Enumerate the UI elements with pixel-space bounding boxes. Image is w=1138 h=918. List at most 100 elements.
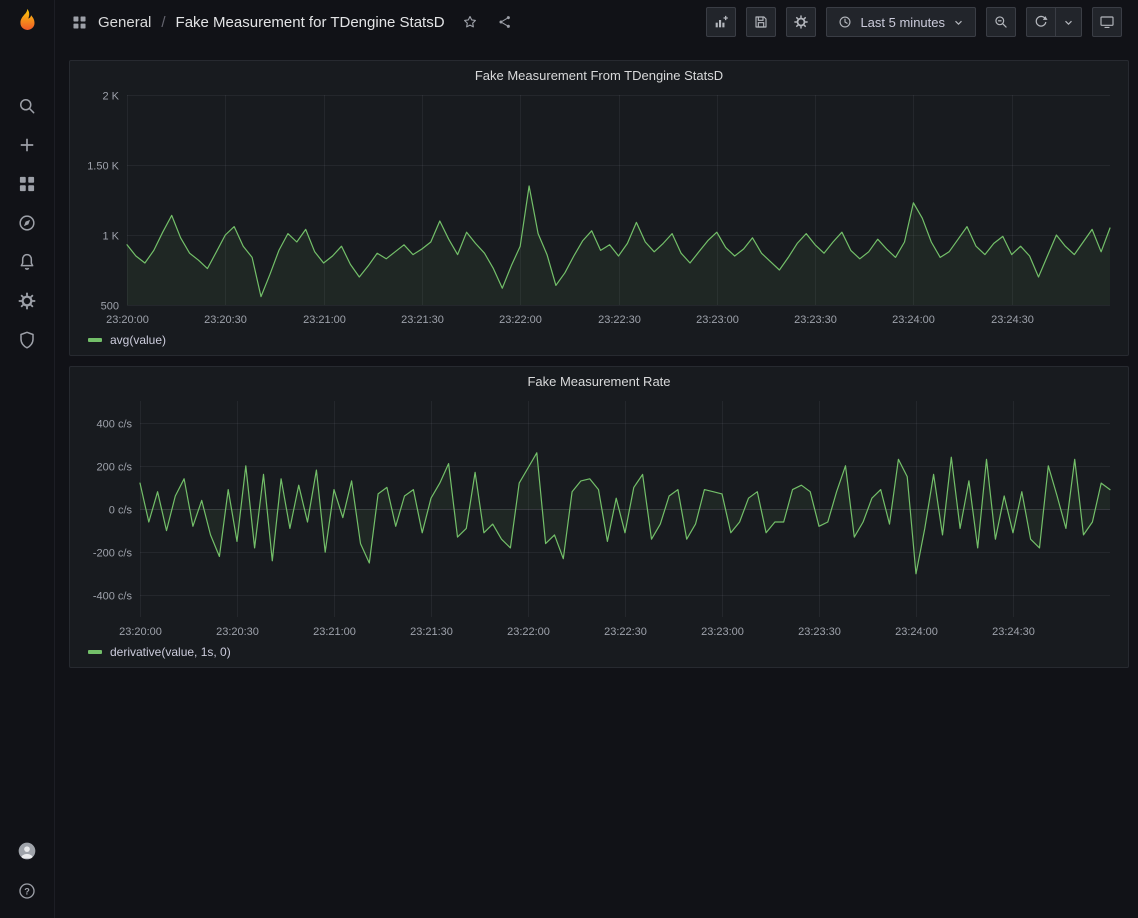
app-root: ? General / Fake Measurement for TDengin… [0, 0, 1138, 918]
breadcrumb-folder[interactable]: General [98, 14, 151, 31]
chart-area: 23:20:00 23:20:30 23:21:00 23:21:30 23:22:00… [70, 89, 1128, 331]
save-dashboard-button[interactable] [746, 7, 776, 37]
main-area: General / Fake Measurement for TDengine … [55, 0, 1138, 918]
sidebar-item-create[interactable] [0, 125, 55, 164]
time-series-chart[interactable]: 23:20:0023:20:3023:21:0023:21:3023:22:00… [80, 395, 1118, 643]
apps-grid-icon [71, 14, 88, 31]
svg-text:23:22:00: 23:22:00 [499, 314, 542, 326]
svg-text:23:23:30: 23:23:30 [798, 626, 841, 638]
sidebar-menu [0, 86, 55, 359]
svg-text:0 c/s: 0 c/s [109, 505, 133, 517]
dashboard-canvas: Fake Measurement From TDengine StatsD 23… [55, 44, 1138, 668]
chevron-down-icon [952, 16, 965, 29]
svg-text:200 c/s: 200 c/s [97, 462, 133, 474]
sidebar-item-search[interactable] [0, 86, 55, 125]
legend-series-label[interactable]: derivative(value, 1s, 0) [110, 645, 231, 659]
help-question-icon: ? [17, 881, 37, 901]
sidebar-item-alerting[interactable] [0, 242, 55, 281]
refresh-icon [1033, 14, 1049, 30]
svg-text:23:22:30: 23:22:30 [598, 314, 641, 326]
svg-text:2 K: 2 K [102, 91, 119, 103]
legend-series-marker [88, 338, 102, 342]
svg-text:23:24:00: 23:24:00 [895, 626, 938, 638]
user-profile-button[interactable] [0, 836, 55, 866]
svg-text:23:22:30: 23:22:30 [604, 626, 647, 638]
refresh-interval-dropdown[interactable] [1056, 7, 1082, 37]
svg-text:23:23:00: 23:23:00 [696, 314, 739, 326]
sidebar-item-configuration[interactable] [0, 281, 55, 320]
zoom-out-button[interactable] [986, 7, 1016, 37]
svg-text:23:21:00: 23:21:00 [303, 314, 346, 326]
breadcrumb-dashboard-title: Fake Measurement for TDengine StatsD [176, 14, 445, 31]
star-dashboard-button[interactable] [460, 12, 480, 32]
svg-text:-200 c/s: -200 c/s [93, 548, 133, 560]
refresh-dashboard-button[interactable] [1026, 7, 1056, 37]
search-icon [17, 96, 37, 116]
top-navigation: General / Fake Measurement for TDengine … [55, 0, 1138, 44]
svg-text:-400 c/s: -400 c/s [93, 591, 133, 603]
panel-fake-measurement-rate: Fake Measurement Rate 23:20:00 23:20:30 23… [69, 366, 1129, 668]
add-panel-icon [713, 14, 729, 30]
sidebar: ? [0, 0, 55, 918]
save-icon [753, 14, 769, 30]
breadcrumb-separator: / [161, 14, 165, 31]
plus-icon [17, 135, 37, 155]
svg-text:1.50 K: 1.50 K [87, 161, 119, 173]
chart-area: 23:20:0023:20:3023:21:0023:21:3023:22:00… [70, 395, 1128, 643]
svg-text:23:21:30: 23:21:30 [401, 314, 444, 326]
time-range-label: Last 5 minutes [860, 15, 945, 30]
time-range-picker[interactable]: Last 5 minutes [826, 7, 976, 37]
shield-icon [17, 330, 37, 350]
monitor-icon [1099, 14, 1115, 30]
svg-text:23:21:00: 23:21:00 [313, 626, 356, 638]
legend-series-label[interactable]: avg(value) [110, 333, 166, 347]
svg-text:500: 500 [101, 301, 119, 313]
zoom-out-icon [993, 14, 1009, 30]
compass-icon [17, 213, 37, 233]
grafana-flame-icon [12, 7, 42, 37]
sidebar-item-server-admin[interactable] [0, 320, 55, 359]
svg-text:23:21:30: 23:21:30 [410, 626, 453, 638]
dashboards-breadcrumb-icon[interactable] [71, 14, 88, 31]
svg-text:23:23:00: 23:23:00 [701, 626, 744, 638]
svg-text:23:20:00: 23:20:00 [119, 626, 162, 638]
chart-legend: derivative(value, 1s, 0) [70, 643, 1128, 667]
bell-icon [17, 252, 37, 272]
share-dashboard-button[interactable] [495, 12, 515, 32]
panel-title-menu[interactable]: Fake Measurement From TDengine StatsD [70, 61, 1128, 89]
refresh-button-group [1026, 7, 1082, 37]
svg-text:1 K: 1 K [102, 231, 119, 243]
kiosk-mode-button[interactable] [1092, 7, 1122, 37]
gear-icon [17, 291, 37, 311]
apps-grid-icon [17, 174, 37, 194]
svg-text:23:20:30: 23:20:30 [204, 314, 247, 326]
svg-text:23:23:30: 23:23:30 [794, 314, 837, 326]
time-series-chart[interactable]: 23:20:00 23:20:30 23:21:00 23:21:30 23:22:00… [80, 89, 1118, 331]
panel-title: Fake Measurement From TDengine StatsD [475, 68, 723, 83]
grafana-logo[interactable] [0, 0, 55, 44]
user-avatar [17, 841, 37, 861]
dashboard-settings-button[interactable] [786, 7, 816, 37]
chevron-down-icon [1062, 16, 1075, 29]
help-button[interactable]: ? [0, 876, 55, 906]
add-panel-button[interactable] [706, 7, 736, 37]
share-icon [497, 14, 513, 30]
sidebar-item-dashboards[interactable] [0, 164, 55, 203]
panel-title-menu[interactable]: Fake Measurement Rate [70, 367, 1128, 395]
svg-text:?: ? [24, 886, 30, 896]
gear-icon [793, 14, 809, 30]
legend-series-marker [88, 650, 102, 654]
svg-text:400 c/s: 400 c/s [97, 419, 133, 431]
sidebar-item-explore[interactable] [0, 203, 55, 242]
star-icon [462, 14, 478, 30]
clock-icon [837, 14, 853, 30]
svg-text:23:20:30: 23:20:30 [216, 626, 259, 638]
svg-text:23:24:30: 23:24:30 [992, 626, 1035, 638]
panel-fake-measurement: Fake Measurement From TDengine StatsD 23… [69, 60, 1129, 356]
toolbar-actions: Last 5 minutes [706, 7, 1122, 37]
panel-title: Fake Measurement Rate [527, 374, 670, 389]
svg-text:23:24:00: 23:24:00 [892, 314, 935, 326]
svg-text:23:20:00: 23:20:00 [106, 314, 149, 326]
svg-text:23:24:30: 23:24:30 [991, 314, 1034, 326]
chart-legend: avg(value) [70, 331, 1128, 355]
